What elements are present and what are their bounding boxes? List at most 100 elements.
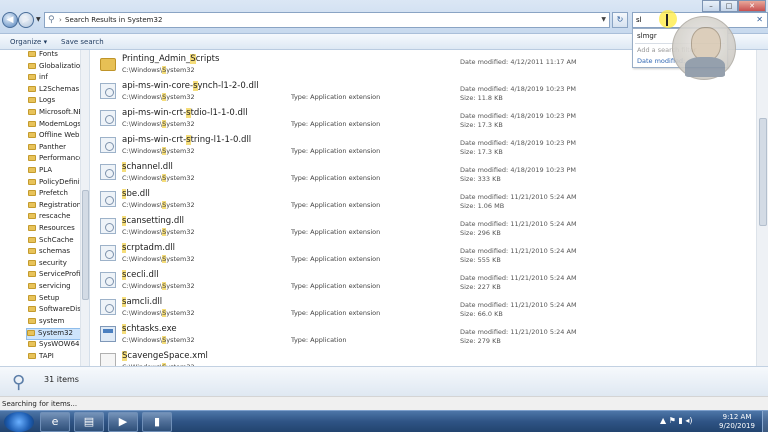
maximize-button[interactable]: □ — [720, 0, 738, 12]
file-name[interactable]: api-ms-win-crt-string-l1-1-0.dll — [122, 135, 251, 145]
recent-pages-dropdown-icon[interactable]: ▼ — [36, 16, 41, 23]
result-row[interactable]: schtasks.exe C:\Windows\System32 Type: App… — [92, 320, 756, 347]
sidebar-item-rescache[interactable]: rescache — [28, 212, 82, 224]
internet-explorer-icon[interactable]: e — [40, 412, 70, 432]
file-name-suffix: crptadm.dll — [126, 243, 176, 253]
command-prompt-icon[interactable]: ▮ — [142, 412, 172, 432]
show-desktop-button[interactable] — [762, 411, 768, 432]
sidebar-item-panther[interactable]: Panther — [28, 143, 82, 155]
file-name[interactable]: api-ms-win-core-synch-l1-2-0.dll — [122, 81, 259, 91]
sidebar-item-resources[interactable]: Resources — [28, 224, 82, 236]
result-row[interactable]: scecli.dll C:\Windows\System32 Type: Appli… — [92, 266, 756, 293]
close-button[interactable]: ✕ — [738, 0, 766, 12]
folder-icon — [28, 155, 36, 162]
file-name[interactable]: ScavengeSpace.xml — [122, 351, 208, 361]
file-type: Type: Application extension — [291, 255, 381, 263]
explorer-icon[interactable]: ▤ — [74, 412, 104, 432]
sidebar-item-modemlogs[interactable]: ModemLogs — [28, 120, 82, 132]
file-type: Type: Application extension — [291, 228, 381, 236]
minimize-button[interactable]: – — [702, 0, 720, 12]
sidebar-item-label: security — [39, 258, 67, 267]
system-tray-icons[interactable]: ▲ ⚑ ▮ ◂) — [660, 416, 693, 425]
sidebar-item-policydefinitions[interactable]: PolicyDefinitions — [28, 178, 82, 190]
sidebar-item-pla[interactable]: PLA — [28, 166, 82, 178]
file-name[interactable]: sbe.dll — [122, 189, 150, 199]
sidebar-item-system[interactable]: system — [28, 317, 82, 329]
sidebar-item-logs[interactable]: Logs — [28, 96, 82, 108]
file-name-suffix: tdio-l1-1-0.dll — [190, 108, 248, 118]
file-path-suffix: ystem32 — [166, 255, 195, 263]
sidebar-item-offline-web-pages[interactable]: Offline Web Pages — [28, 131, 82, 143]
result-row[interactable]: api-ms-win-crt-string-l1-1-0.dll C:\Windo… — [92, 131, 756, 158]
sidebar-item-schemas[interactable]: schemas — [28, 247, 82, 259]
address-dropdown-icon[interactable]: ▼ — [601, 16, 606, 23]
breadcrumb-separator-icon[interactable]: › — [59, 16, 62, 24]
navigation-scrollbar[interactable] — [80, 50, 89, 366]
sidebar-item-security[interactable]: security — [28, 259, 82, 271]
file-size: Size: 279 KB — [460, 337, 501, 345]
sidebar-item-tapi[interactable]: TAPI — [28, 352, 82, 364]
result-row[interactable]: sbe.dll C:\Windows\System32 Type: Applicat… — [92, 185, 756, 212]
sidebar-item-syswow64[interactable]: SysWOW64 — [28, 340, 82, 352]
result-row[interactable]: scrptadm.dll C:\Windows\System32 Type: App… — [92, 239, 756, 266]
sidebar-item-microsoft-net[interactable]: Microsoft.NET — [28, 108, 82, 120]
file-path: C:\Windows\System32 — [122, 309, 195, 317]
start-button[interactable] — [4, 412, 34, 432]
sidebar-item-registration[interactable]: Registration — [28, 201, 82, 213]
sidebar-item-label: Performance — [39, 154, 82, 163]
sidebar-item-serviceprofiles[interactable]: ServiceProfiles — [28, 270, 82, 282]
sidebar-item-performance[interactable]: Performance — [28, 154, 82, 166]
file-name[interactable]: scrptadm.dll — [122, 243, 175, 253]
clear-search-icon[interactable]: ✕ — [756, 15, 763, 24]
dll-file-icon — [100, 299, 116, 315]
sidebar-item-softwaredistribution[interactable]: SoftwareDistribution — [28, 305, 82, 317]
sidebar-item-prefetch[interactable]: Prefetch — [28, 189, 82, 201]
file-name[interactable]: schannel.dll — [122, 162, 173, 172]
forward-button[interactable]: ▶ — [18, 12, 34, 28]
file-name[interactable]: scecli.dll — [122, 270, 159, 280]
back-button[interactable]: ◀ — [2, 12, 18, 28]
result-row[interactable]: schannel.dll C:\Windows\System32 Type: App… — [92, 158, 756, 185]
file-type: Type: Application extension — [291, 174, 381, 182]
refresh-button[interactable]: ↻ — [612, 12, 628, 28]
result-row[interactable]: scansetting.dll C:\Windows\System32 Type: … — [92, 212, 756, 239]
sidebar-item-setup[interactable]: Setup — [28, 294, 82, 306]
organize-menu[interactable]: Organize ▾ — [10, 38, 47, 46]
file-name[interactable]: api-ms-win-crt-stdio-l1-1-0.dll — [122, 108, 248, 118]
file-path-prefix: C:\Windows\ — [122, 174, 163, 182]
search-query-text[interactable]: sl — [636, 16, 642, 24]
media-player-icon[interactable]: ▶ — [108, 412, 138, 432]
address-bar[interactable]: ⚲ › Search Results in System32 ▼ — [44, 12, 610, 28]
file-name[interactable]: schtasks.exe — [122, 324, 177, 334]
sidebar-item-system32[interactable]: System32 — [26, 328, 84, 340]
file-name[interactable]: samcli.dll — [122, 297, 162, 307]
sidebar-item-label: system — [39, 316, 65, 325]
folder-icon — [28, 109, 36, 115]
file-name[interactable]: Printing_Admin_Scripts — [122, 54, 219, 64]
sidebar-item-fonts[interactable]: Fonts — [28, 50, 82, 62]
file-date-modified: Date modified: 11/21/2010 5:24 AM — [460, 328, 577, 336]
sidebar-item-servicing[interactable]: servicing — [28, 282, 82, 294]
file-type: Type: Application extension — [291, 282, 381, 290]
sidebar-item-inf[interactable]: inf — [28, 73, 82, 85]
results-scrollbar[interactable] — [756, 50, 768, 366]
result-row[interactable]: samcli.dll C:\Windows\System32 Type: Appli… — [92, 293, 756, 320]
file-path-prefix: C:\Windows\ — [122, 228, 163, 236]
file-name-prefix: api-ms-win-crt- — [122, 108, 187, 118]
file-path-prefix: C:\Windows\ — [122, 66, 163, 74]
file-path-suffix: ystem32 — [166, 336, 195, 344]
breadcrumb[interactable]: Search Results in System32 — [65, 16, 162, 24]
sidebar-item-schcache[interactable]: SchCache — [28, 236, 82, 248]
result-row[interactable]: ScavengeSpace.xmlC:\Windows\System32 — [92, 347, 756, 366]
clock[interactable]: 9:12 AM 9/20/2019 — [712, 413, 762, 431]
result-row[interactable]: api-ms-win-core-synch-l1-2-0.dll C:\Windo… — [92, 77, 756, 104]
results-scrollbar-thumb[interactable] — [759, 118, 767, 226]
result-row[interactable]: api-ms-win-crt-stdio-l1-1-0.dll C:\Window… — [92, 104, 756, 131]
sidebar-item-globalization[interactable]: Globalization — [28, 62, 82, 74]
sidebar-item-l2schemas[interactable]: L2Schemas — [28, 85, 82, 97]
save-search-button[interactable]: Save search — [61, 38, 104, 46]
sidebar-item-label: Fonts — [39, 50, 58, 58]
navigation-scrollbar-thumb[interactable] — [82, 190, 89, 300]
suggestion-item[interactable]: slmgr — [637, 32, 657, 40]
file-name[interactable]: scansetting.dll — [122, 216, 184, 226]
